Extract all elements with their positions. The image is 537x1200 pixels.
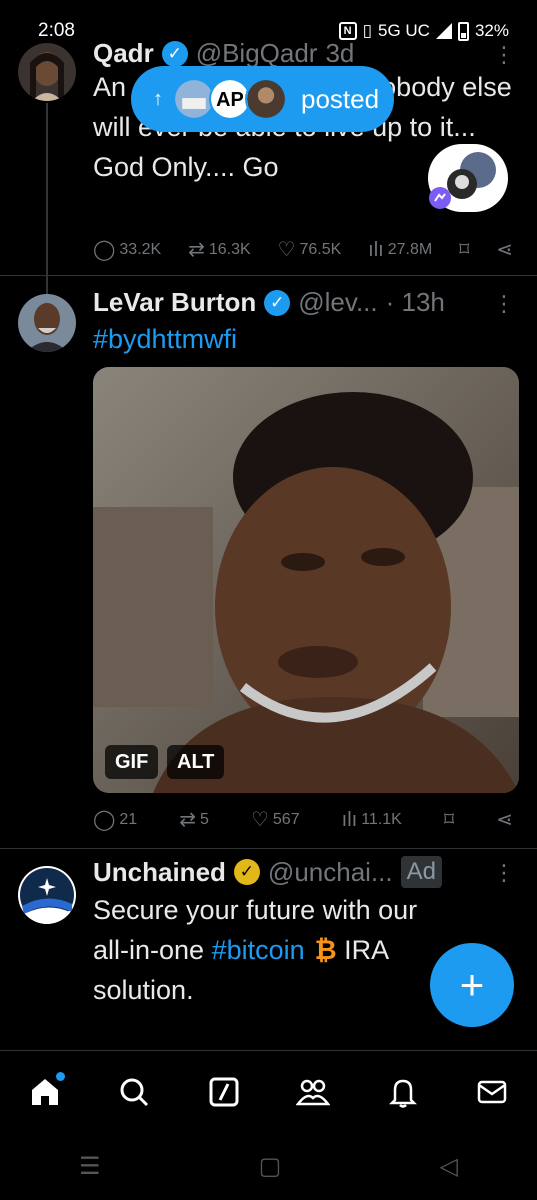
notification-dot [55,1071,65,1081]
retweet-icon: ⇄ [179,809,196,831]
gif-image [93,367,519,793]
verified-gold-icon: ✓ [233,859,260,885]
nav-communities[interactable] [283,1062,343,1122]
notifications-icon [388,1079,417,1108]
new-posts-pill[interactable]: ↑ AP posted [131,66,394,132]
chat-heads-bubble[interactable] [428,144,508,212]
author-name[interactable]: Unchained [93,857,226,888]
heart-icon: ♡ [277,239,296,261]
home-icon [31,1078,58,1105]
nav-notifications[interactable] [373,1062,433,1122]
retweet-count: 5 [200,811,209,828]
svg-text:AP: AP [216,89,244,111]
share-button[interactable]: ⋖ [496,810,513,830]
retweet-button[interactable]: ⇄ 16.3K [188,240,251,260]
hashtag-link[interactable]: #bitcoin [212,935,305,965]
like-count: 76.5K [299,241,342,258]
battery-level: 32% [474,21,509,40]
hashtag-link[interactable]: #bydhttmwfi [93,319,518,359]
verified-icon: ✓ [264,289,291,316]
bookmark-button[interactable]: ⌑ [444,810,454,830]
avatar[interactable] [18,294,76,352]
communities-icon [296,1079,331,1105]
retweet-button[interactable]: ⇄ 5 [179,810,209,830]
share-icon: ⋖ [496,809,513,831]
bookmark-icon: ⌑ [459,239,470,261]
vibrate-icon: ▯ [362,21,372,40]
bookmark-button[interactable]: ⌑ [459,240,469,260]
views-button[interactable]: ılı 11.1K [342,810,402,830]
author-handle: @unchai... [267,856,393,887]
pill-avatar [245,78,287,120]
network-label: 5G UC [378,21,430,40]
avatar[interactable] [18,43,76,101]
status-icons: N ▯ 5G UC 32% [338,21,509,41]
tweet-actions: ◯ 33.2K ⇄ 16.3K ♡ 76.5K ılı 27.8M ⌑ ⋖ [93,240,513,260]
reply-count: 21 [119,811,138,828]
ad-badge: Ad [400,856,442,888]
status-time: 2:08 [38,20,75,41]
author-handle: @BigQadr [195,38,318,68]
author-name[interactable]: LeVar Burton [93,287,256,318]
tweet-header: LeVar Burton ✓ @lev... · 13h [93,287,445,318]
more-options-icon[interactable]: ⋮ [493,291,515,317]
bottom-nav [0,1050,537,1132]
tweet-time: · 13h [385,287,445,317]
more-options-icon[interactable]: ⋮ [493,42,515,68]
tweet-header: Qadr ✓ @BigQadr 3d [93,38,354,69]
reply-button[interactable]: ◯ 21 [93,810,137,830]
author-handle: @lev... [298,287,378,317]
reply-icon: ◯ [93,239,116,261]
retweet-count: 16.3K [208,241,251,258]
system-nav-bar: ☰ ▢ ◁ [0,1132,537,1200]
tweet-time: 3d [325,38,355,68]
tweet-gif-media[interactable]: GIF ALT [93,367,519,793]
posted-label: posted [301,83,380,114]
share-icon: ⋖ [496,239,513,261]
nav-search[interactable] [104,1062,164,1122]
more-options-icon[interactable]: ⋮ [493,860,515,886]
plus-icon: + [459,961,485,1008]
nav-home[interactable] [15,1062,75,1122]
text-segment: all-in-one [93,935,212,965]
bookmark-icon: ⌑ [443,809,455,831]
nav-grok[interactable] [194,1062,254,1122]
like-button[interactable]: ♡ 76.5K [278,240,342,260]
share-button[interactable]: ⋖ [496,240,513,260]
battery-icon [457,21,469,41]
signal-icon [435,23,452,39]
retweet-icon: ⇄ [188,239,205,261]
reply-icon: ◯ [93,809,116,831]
tweet-actions: ◯ 21 ⇄ 5 ♡ 567 ılı 11.1K ⌑ ⋖ [93,810,513,830]
arrow-up-icon: ↑ [153,87,163,110]
views-count: 27.8M [387,241,433,258]
messages-icon [478,1080,507,1103]
bitcoin-icon: ₿ [314,935,337,965]
author-name[interactable]: Qadr [93,38,154,69]
home-system-icon[interactable]: ▢ [259,1152,282,1181]
alt-badge[interactable]: ALT [167,745,225,779]
views-icon: ılı [368,239,384,261]
reply-button[interactable]: ◯ 33.2K [93,240,161,260]
avatar[interactable] [18,866,76,924]
back-icon[interactable]: ◁ [439,1152,457,1181]
text-segment: IRA [336,935,390,965]
recents-icon[interactable]: ☰ [79,1152,101,1181]
views-icon: ılı [341,809,358,831]
views-count: 11.1K [361,811,402,828]
views-button[interactable]: ılı 27.8M [368,240,432,260]
heart-icon: ♡ [250,809,269,831]
verified-icon: ✓ [161,40,188,67]
compose-button[interactable]: + [430,943,514,1027]
gif-badge: GIF [105,745,159,779]
nav-messages[interactable] [462,1062,522,1122]
search-icon [120,1078,149,1106]
tweet-header: Unchained ✓ @unchai... Ad [93,856,442,888]
like-button[interactable]: ♡ 567 [251,810,300,830]
like-count: 567 [272,811,300,828]
tweet-text-line: Secure your future with our [93,895,418,925]
grok-icon [209,1077,239,1106]
reply-count: 33.2K [119,241,162,258]
